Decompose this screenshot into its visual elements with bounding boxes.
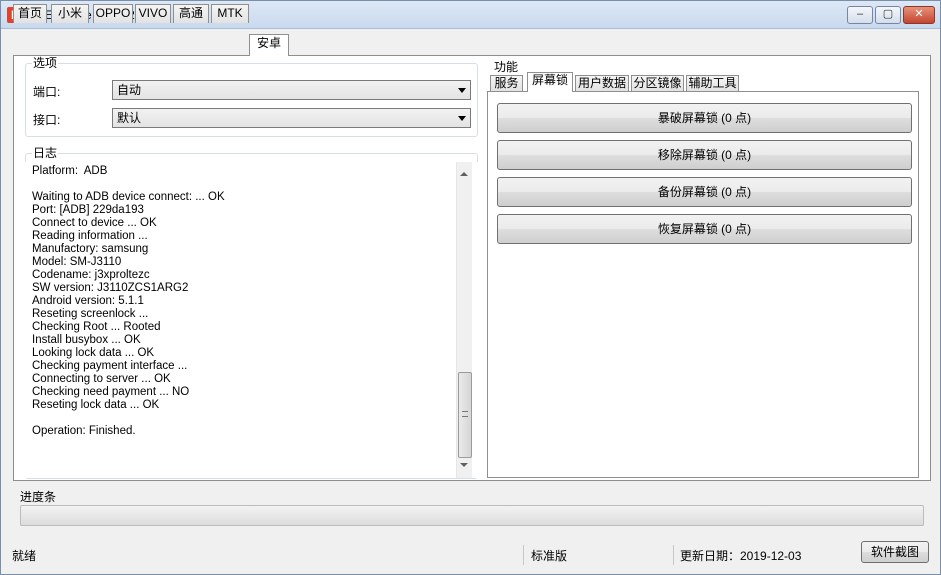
remove-screenlock-button[interactable]: 移除屏幕锁 (0 点) [497, 140, 912, 170]
log-line: Android version: 5.1.1 [32, 295, 144, 307]
status-bar: 就绪 标准版 更新日期：2019-12-03 软件截图 [1, 541, 940, 574]
log-content: Platform: ADB Waiting to ADB device conn… [32, 165, 452, 438]
status-divider [673, 545, 674, 565]
log-line: Operation: Finished. [32, 425, 136, 437]
status-divider [523, 545, 524, 565]
restore-screenlock-button[interactable]: 恢复屏幕锁 (0 点) [497, 214, 912, 244]
grip-icon [462, 411, 468, 417]
log-line: Looking lock data ... OK [32, 347, 155, 359]
port-select[interactable]: 自动 [112, 80, 471, 100]
tab-android[interactable]: 安卓 [249, 34, 289, 56]
interface-select-value: 默认 [117, 111, 142, 125]
log-scrollbar[interactable] [456, 162, 472, 478]
log-line: Reading information ... [32, 230, 148, 242]
function-group-title: 功能 [494, 60, 519, 74]
app-window: E EME Mobile Tool V2.06.00 – ▢ ✕ 首页 小米 O… [0, 0, 941, 575]
tab-mtk[interactable]: MTK [211, 4, 249, 23]
tab-screenlock[interactable]: 屏幕锁 [527, 72, 573, 92]
tab-vivo[interactable]: VIVO [135, 4, 171, 23]
interface-label: 接口: [33, 113, 61, 127]
chevron-down-icon [458, 116, 466, 121]
port-select-value: 自动 [117, 83, 142, 97]
tab-xiaomi[interactable]: 小米 [51, 4, 89, 23]
log-line: Install busybox ... OK [32, 334, 141, 346]
progress-bar [20, 505, 924, 526]
log-line: Waiting to ADB device connect: ... OK [32, 191, 225, 203]
log-line: Manufactory: samsung [32, 243, 149, 255]
log-line: Checking Root ... Rooted [32, 321, 161, 333]
scroll-down-icon[interactable] [460, 463, 468, 467]
interface-select[interactable]: 默认 [112, 108, 471, 128]
log-line: Platform: ADB [32, 165, 108, 177]
backup-screenlock-button[interactable]: 备份屏幕锁 (0 点) [497, 177, 912, 207]
status-update-date: 更新日期：2019-12-03 [680, 549, 802, 563]
log-line: Connecting to server ... OK [32, 373, 171, 385]
log-line: Port: [ADB] 229da193 [32, 204, 144, 216]
tab-aux-tools[interactable]: 辅助工具 [686, 75, 739, 91]
log-line: Checking need payment ... NO [32, 386, 190, 398]
maximize-button[interactable]: ▢ [875, 6, 901, 24]
log-line: Reseting lock data ... OK [32, 399, 160, 411]
log-line: SW version: J3110ZCS1ARG2 [32, 282, 189, 294]
status-ready: 就绪 [12, 549, 37, 563]
log-line: Reseting screenlock ... [32, 308, 149, 320]
status-edition: 标准版 [531, 549, 568, 563]
tab-service[interactable]: 服务 [490, 75, 523, 91]
scroll-up-icon[interactable] [460, 172, 468, 176]
brute-force-screenlock-button[interactable]: 暴破屏幕锁 (0 点) [497, 103, 912, 133]
tab-partition-image[interactable]: 分区镜像 [631, 75, 684, 91]
progress-label: 进度条 [20, 490, 57, 504]
port-label: 端口: [33, 85, 61, 99]
log-line: Model: SM-J3110 [32, 256, 122, 268]
chevron-down-icon [458, 88, 466, 93]
log-line: Connect to device ... OK [32, 217, 157, 229]
minimize-button[interactable]: – [847, 6, 873, 24]
scrollbar-thumb[interactable] [458, 372, 472, 458]
options-group-title: 选项 [32, 56, 59, 70]
log-textarea[interactable]: Platform: ADB Waiting to ADB device conn… [19, 162, 478, 478]
log-line: Checking payment interface ... [32, 360, 188, 372]
software-screenshot-button[interactable]: 软件截图 [861, 541, 929, 563]
tab-home[interactable]: 首页 [13, 4, 47, 23]
tab-user-data[interactable]: 用户数据 [575, 75, 629, 91]
tab-qualcomm[interactable]: 高通 [173, 4, 209, 23]
log-group-title: 日志 [32, 146, 59, 160]
close-button[interactable]: ✕ [903, 6, 935, 24]
log-line: Codename: j3xproltezc [32, 269, 150, 281]
tab-oppo[interactable]: OPPO [93, 4, 133, 23]
